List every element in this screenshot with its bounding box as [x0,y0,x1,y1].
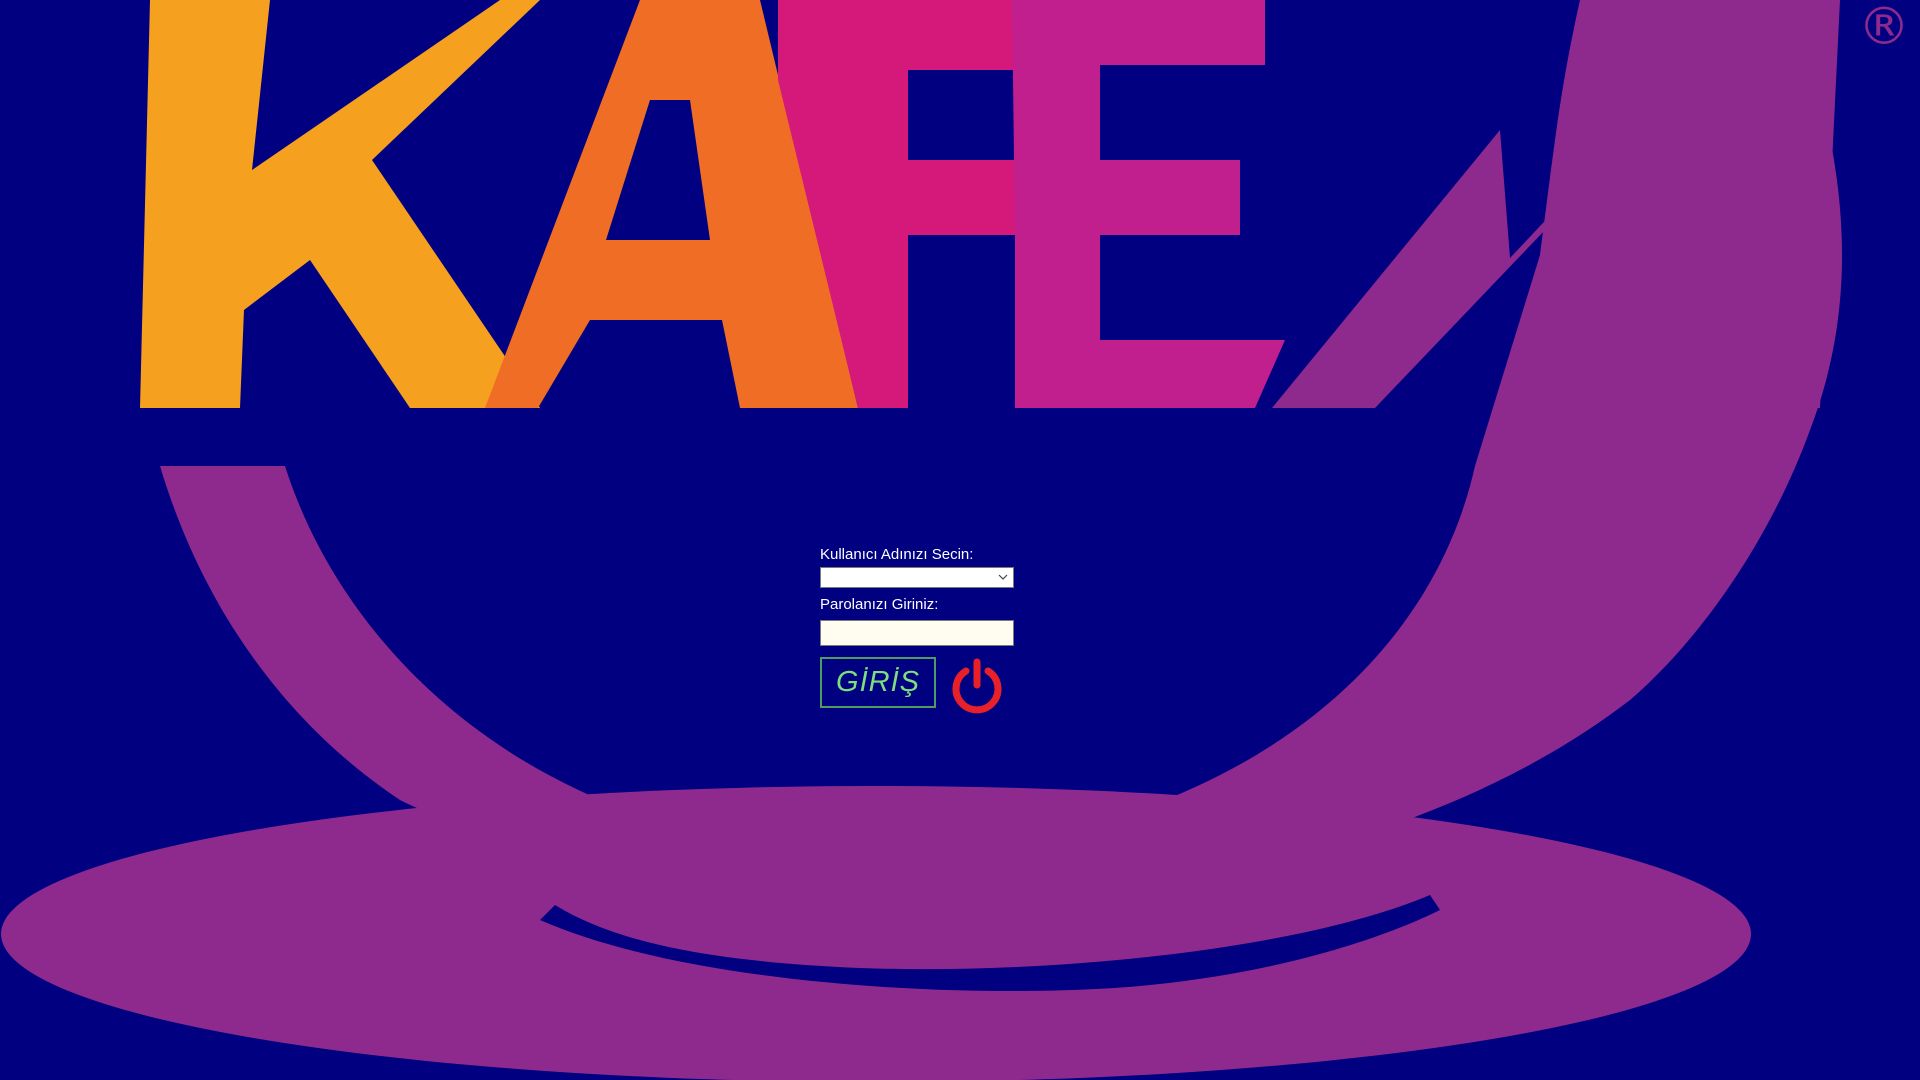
power-icon[interactable] [948,658,1006,714]
kafem-logo: ® [1,0,1910,1080]
login-actions: GİRİŞ [820,657,1016,714]
password-label: Parolanızı Giriniz: [820,596,939,613]
login-form: Kullanıcı Adınızı Secin: Parolanızı Giri… [820,546,1016,714]
logo-letter-e [1012,0,1285,408]
logo-letter-k [140,0,540,408]
password-field[interactable] [820,620,1014,646]
cup-body [160,0,1843,899]
username-dropdown[interactable] [820,567,1014,588]
username-label: Kullanıcı Adınızı Secin: [820,546,974,563]
chevron-down-icon [998,574,1008,580]
login-button[interactable]: GİRİŞ [820,657,936,708]
logo-registered-mark: ® [1858,0,1910,57]
login-screen: ® Kullanıcı Adınızı Secin: Parolanızı Gi… [0,0,1920,1080]
cup-saucer [1,786,1751,1080]
